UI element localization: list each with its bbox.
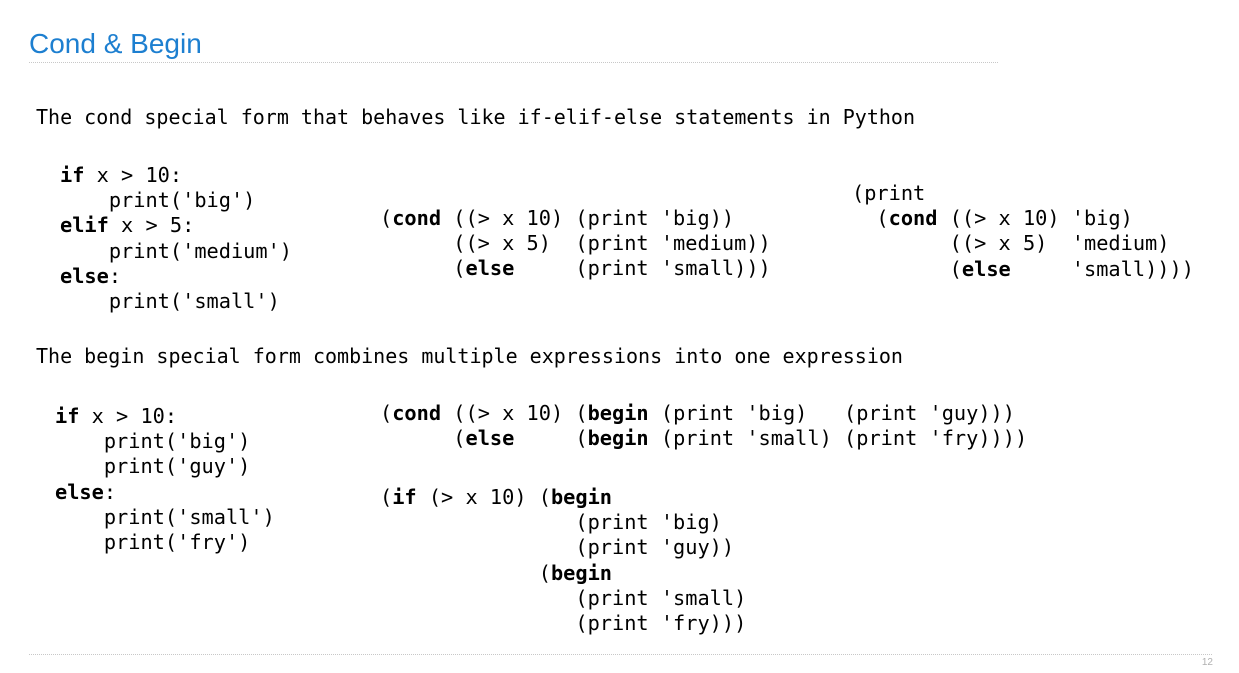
code-text: ( [852, 256, 962, 281]
code-text: ( [380, 560, 551, 585]
code-line: (print 'big) [380, 510, 722, 534]
footer-divider [29, 654, 1212, 655]
code-keyword: begin [550, 485, 613, 509]
code-text: ((> x 10) (print 'big)) [441, 206, 735, 230]
code-keyword: if [55, 404, 80, 428]
scheme-print-cond-code: (print (cond ((> x 10) 'big) ((> x 5) 'm… [852, 181, 1194, 282]
cond-description: The cond special form that behaves like … [36, 105, 915, 129]
code-text: x > 5: [108, 213, 195, 238]
code-text: (print 'guy)) [380, 535, 735, 560]
title-divider [29, 62, 998, 63]
code-text: ( [380, 485, 393, 509]
code-keyword: begin [550, 560, 613, 585]
code-text: x > 10: [79, 404, 178, 428]
code-text: (print 'fry))) [380, 611, 747, 636]
code-keyword: else [961, 256, 1011, 281]
python-if-elif-else-code: if x > 10: print('big') elif x > 5: prin… [60, 163, 292, 314]
code-line: (cond ((> x 10) (print 'big)) [380, 206, 734, 230]
code-line: (begin [380, 561, 612, 585]
scheme-cond-code: (cond ((> x 10) (print 'big)) ((> x 5) (… [380, 206, 771, 282]
page-number: 12 [1201, 657, 1213, 668]
code-text: 'small)))) [1010, 256, 1194, 281]
code-text: (print 'small) [380, 585, 747, 610]
code-line: else: [55, 480, 116, 504]
code-keyword: cond [888, 206, 938, 231]
code-text: : [108, 263, 122, 288]
code-keyword: else [465, 256, 515, 281]
code-keyword: cond [392, 206, 442, 230]
code-keyword: else [60, 263, 109, 288]
code-text: ( [380, 426, 466, 451]
code-line: (cond ((> x 10) 'big) [852, 206, 1133, 231]
code-text: (print [852, 181, 926, 205]
python-if-else-multi-code: if x > 10: print('big') print('guy') els… [55, 404, 275, 555]
code-line: print('big') [55, 429, 251, 454]
code-line: (if (> x 10) (begin [380, 485, 612, 509]
code-line: else: [60, 264, 121, 288]
code-text: ( [852, 206, 889, 231]
code-keyword: elif [60, 213, 109, 238]
code-line: ((> x 5) (print 'medium)) [380, 231, 771, 256]
code-line: print('small') [55, 505, 275, 529]
code-text: (> x 10) ( [416, 485, 551, 509]
code-keyword: begin [587, 401, 649, 425]
code-text: print('medium') [60, 238, 292, 263]
code-text: ( [380, 401, 393, 425]
code-line: if x > 10: [55, 404, 177, 428]
code-text: ((> x 5) (print 'medium)) [380, 231, 771, 256]
begin-description: The begin special form combines multiple… [36, 344, 903, 368]
code-line: (print 'fry))) [380, 611, 746, 635]
code-keyword: else [55, 479, 104, 504]
code-line: ((> x 5) 'medium) [852, 231, 1170, 256]
code-line: if x > 10: [60, 163, 182, 187]
code-line: (cond ((> x 10) (begin (print 'big) (pri… [380, 401, 1015, 425]
code-text: print('small') [60, 289, 280, 314]
scheme-if-begin-code: (if (> x 10) (begin (print 'big) (print … [380, 485, 746, 636]
code-line: print('guy') [55, 454, 251, 479]
code-text: print('big') [55, 429, 251, 454]
code-line: elif x > 5: [60, 213, 194, 237]
code-text: ( [514, 426, 588, 451]
code-text: print('small') [55, 504, 275, 529]
code-keyword: if [60, 163, 85, 187]
code-line: (print 'small) [380, 586, 746, 610]
code-text: print('big') [60, 188, 256, 213]
slide-title: Cond & Begin [29, 28, 202, 59]
code-line: print('fry') [55, 530, 251, 555]
code-text: ( [380, 256, 466, 281]
code-keyword: if [392, 485, 417, 509]
code-text: (print 'big) [380, 510, 722, 535]
code-text: ((> x 10) 'big) [937, 206, 1133, 231]
code-text: ((> x 10) ( [441, 401, 588, 425]
code-line: print('medium') [60, 239, 292, 263]
code-text: print('fry') [55, 530, 251, 555]
code-line: print('small') [60, 289, 280, 313]
code-text: ( [380, 206, 393, 230]
code-keyword: else [465, 426, 515, 451]
code-line: print('big') [60, 188, 256, 213]
code-line: (else 'small)))) [852, 257, 1194, 281]
code-text: (print 'small) (print 'fry)))) [648, 426, 1028, 451]
code-line: (print [852, 181, 925, 205]
code-keyword: cond [392, 401, 442, 425]
code-text: ((> x 5) 'medium) [852, 231, 1170, 256]
code-keyword: begin [587, 426, 649, 451]
scheme-cond-begin-code: (cond ((> x 10) (begin (print 'big) (pri… [380, 401, 1027, 451]
code-text: : [103, 479, 117, 504]
code-line: (else (begin (print 'small) (print 'fry)… [380, 426, 1027, 450]
code-text: x > 10: [84, 163, 183, 187]
code-text: (print 'big) (print 'guy))) [648, 401, 1015, 425]
code-text: print('guy') [55, 454, 251, 479]
code-line: (print 'guy)) [380, 535, 734, 559]
code-line: (else (print 'small))) [380, 256, 771, 280]
code-text: (print 'small))) [514, 256, 771, 281]
